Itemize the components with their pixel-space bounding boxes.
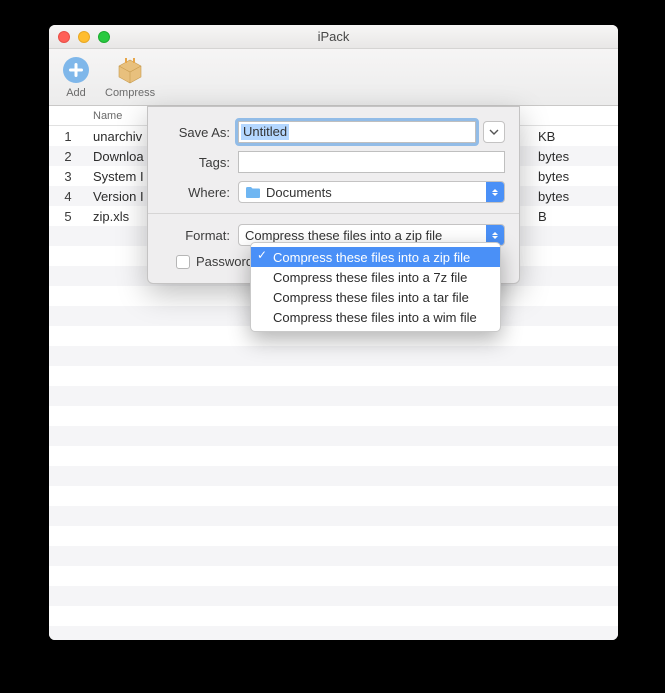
- chevron-down-icon: [489, 127, 499, 137]
- empty-row: [49, 526, 618, 546]
- empty-row: [49, 366, 618, 386]
- empty-row: [49, 346, 618, 366]
- format-option[interactable]: Compress these files into a tar file: [251, 287, 500, 307]
- tags-row: Tags:: [162, 151, 505, 173]
- save-as-selection: Untitled: [241, 124, 289, 140]
- compress-button[interactable]: Compress: [105, 55, 155, 99]
- where-row: Where: Documents: [162, 181, 505, 203]
- empty-row: [49, 426, 618, 446]
- empty-row: [49, 546, 618, 566]
- expand-save-button[interactable]: [483, 121, 505, 143]
- row-size: B: [538, 209, 618, 224]
- tags-input[interactable]: [238, 151, 505, 173]
- format-option[interactable]: Compress these files into a 7z file: [251, 267, 500, 287]
- empty-row: [49, 606, 618, 626]
- empty-row: [49, 506, 618, 526]
- compress-label: Compress: [105, 87, 155, 99]
- toolbar: Add Compress: [49, 49, 618, 106]
- row-index: 2: [49, 149, 87, 164]
- empty-row: [49, 566, 618, 586]
- where-value: Documents: [266, 185, 332, 200]
- add-button[interactable]: Add: [61, 55, 91, 99]
- password-checkbox[interactable]: [176, 255, 190, 269]
- where-label: Where:: [162, 185, 238, 200]
- format-value: Compress these files into a zip file: [245, 228, 442, 243]
- plus-circle-icon: [61, 55, 91, 85]
- add-label: Add: [66, 87, 86, 99]
- empty-row: [49, 626, 618, 640]
- folder-icon: [245, 186, 261, 199]
- row-size: bytes: [538, 149, 618, 164]
- empty-row: [49, 486, 618, 506]
- password-label: Password:: [196, 254, 257, 269]
- empty-row: [49, 386, 618, 406]
- format-option[interactable]: Compress these files into a wim file: [251, 307, 500, 327]
- empty-row: [49, 466, 618, 486]
- format-label: Format:: [162, 228, 238, 243]
- box-icon: [115, 55, 145, 85]
- row-size: bytes: [538, 189, 618, 204]
- format-option[interactable]: Compress these files into a zip file: [251, 247, 500, 267]
- save-sheet: Save As: Untitled Tags: Where: Documents: [147, 106, 520, 284]
- empty-row: [49, 406, 618, 426]
- titlebar: iPack: [49, 25, 618, 49]
- row-index: 3: [49, 169, 87, 184]
- row-index: 5: [49, 209, 87, 224]
- tags-label: Tags:: [162, 155, 238, 170]
- window-title: iPack: [49, 29, 618, 44]
- format-dropdown: Compress these files into a zip fileComp…: [250, 242, 501, 332]
- row-size: bytes: [538, 169, 618, 184]
- empty-row: [49, 446, 618, 466]
- row-index: 1: [49, 129, 87, 144]
- row-size: KB: [538, 129, 618, 144]
- save-as-label: Save As:: [162, 125, 238, 140]
- divider: [148, 213, 519, 214]
- save-as-row: Save As: Untitled: [162, 121, 505, 143]
- popup-arrows-icon: [486, 182, 504, 202]
- row-index: 4: [49, 189, 87, 204]
- where-popup[interactable]: Documents: [238, 181, 505, 203]
- empty-row: [49, 586, 618, 606]
